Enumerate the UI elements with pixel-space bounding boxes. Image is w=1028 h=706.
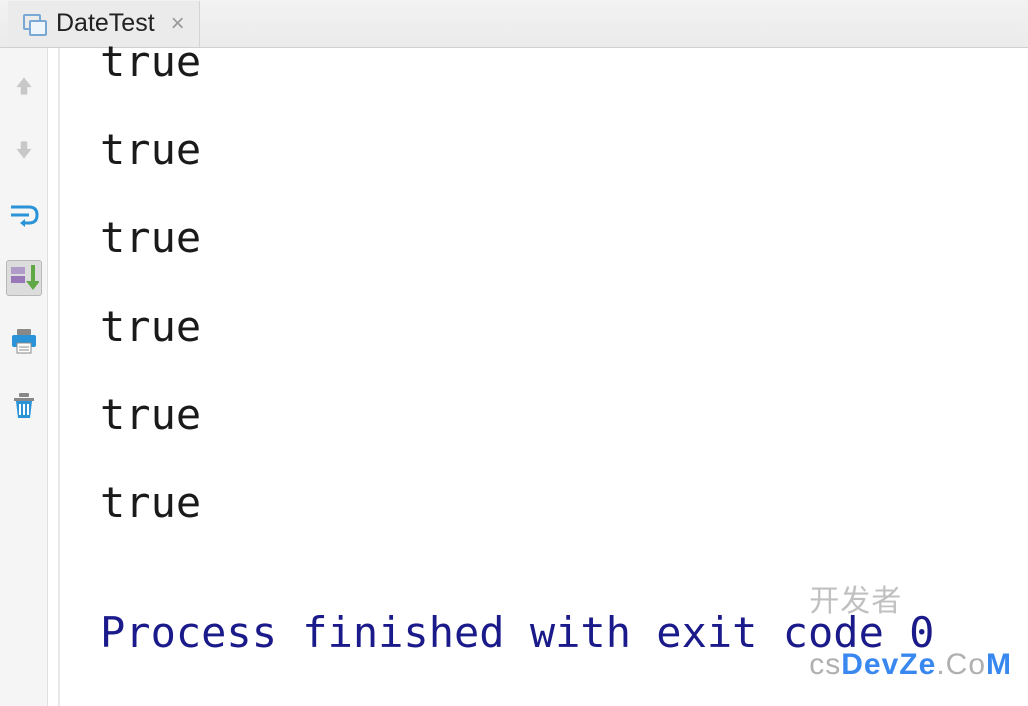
output-line: true xyxy=(100,18,1028,106)
console-toolbar xyxy=(0,48,48,706)
output-line: true xyxy=(100,106,1028,194)
arrow-down-icon[interactable] xyxy=(6,132,42,168)
console-output[interactable]: true true true true true true Process fi… xyxy=(60,48,1028,706)
output-line: true xyxy=(100,194,1028,282)
run-config-icon xyxy=(22,12,46,36)
output-line: true xyxy=(100,283,1028,371)
scroll-to-end-icon[interactable] xyxy=(6,260,42,296)
main-area: true true true true true true Process fi… xyxy=(0,48,1028,706)
arrow-up-icon[interactable] xyxy=(6,68,42,104)
clear-all-icon[interactable] xyxy=(6,388,42,424)
gutter xyxy=(48,48,60,706)
output-line: true xyxy=(100,459,1028,547)
output-line: true xyxy=(100,371,1028,459)
process-exit-message: Process finished with exit code 0 xyxy=(100,589,1028,677)
print-icon[interactable] xyxy=(6,324,42,360)
soft-wrap-icon[interactable] xyxy=(6,196,42,232)
